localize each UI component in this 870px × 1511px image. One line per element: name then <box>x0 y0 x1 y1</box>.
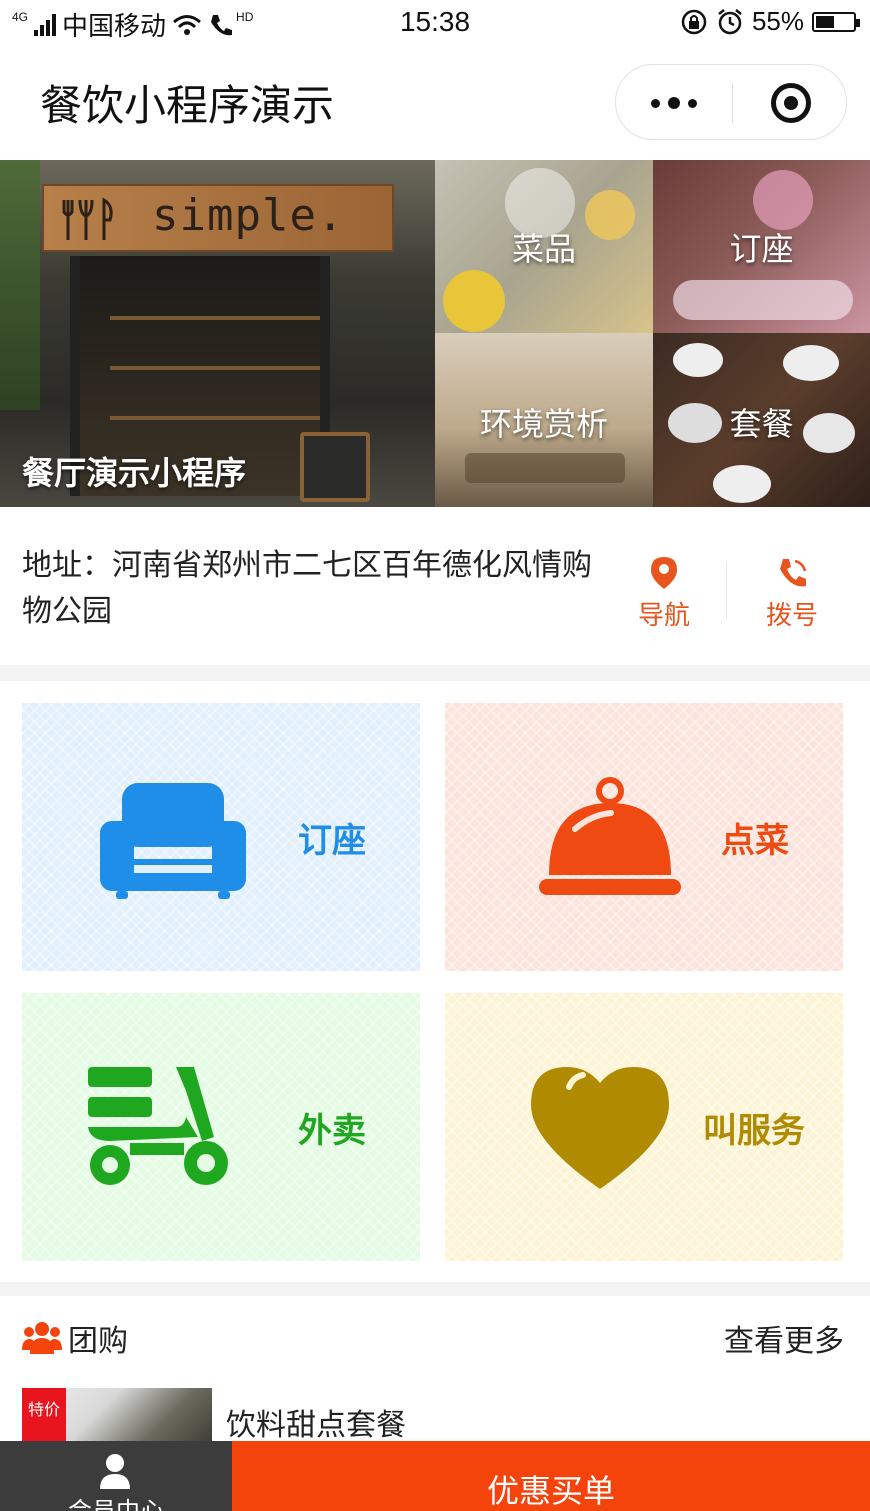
special-tag-badge: 特价 <box>22 1388 66 1448</box>
group-item-thumbnail: 特价 <box>22 1388 212 1448</box>
target-circle-icon <box>770 83 811 123</box>
status-bar: 4G 中国移动 HD 15:38 55% <box>0 0 870 44</box>
tile-label-seat: 订座 <box>729 230 794 268</box>
sign-text: simple. <box>152 190 345 241</box>
greenery-decoration <box>0 160 40 410</box>
feature-card-delivery[interactable]: 外卖 <box>22 993 420 1261</box>
location-pin-icon <box>651 557 677 589</box>
more-dots-icon[interactable] <box>616 65 731 141</box>
capsule-menu <box>615 64 847 140</box>
sofa-icon <box>100 783 246 899</box>
tile-label-set: 套餐 <box>729 405 794 443</box>
address-section: 地址：河南省郑州市二七区百年德化风情购物公园 导航 拨号 <box>0 507 870 665</box>
feature-label-delivery: 外卖 <box>298 1111 366 1151</box>
banner-tile-set[interactable]: 套餐 <box>653 333 870 507</box>
banner-tile-env[interactable]: 环境赏析 <box>435 333 653 507</box>
restaurant-sign: simple. <box>42 184 394 252</box>
feature-card-order[interactable]: 点菜 <box>445 703 843 971</box>
battery-fill <box>816 15 834 28</box>
group-buy-header: 团购 <box>22 1316 128 1360</box>
battery-percent: 55% <box>751 6 804 36</box>
battery-icon <box>812 11 860 32</box>
discount-pay-button[interactable]: 优惠买单 <box>232 1441 870 1511</box>
call-button[interactable]: 拨号 <box>752 555 832 632</box>
group-buy-section: 团购 查看更多 特价 饮料甜点套餐 <box>0 1296 870 1448</box>
list-item[interactable]: 特价 饮料甜点套餐 <box>22 1388 852 1448</box>
section-gap <box>0 1282 870 1296</box>
member-center-button[interactable]: 会员中心 <box>0 1441 232 1511</box>
member-center-label: 会员中心 <box>68 1497 164 1511</box>
feature-label-order: 点菜 <box>721 821 789 861</box>
navigate-label: 导航 <box>637 601 690 631</box>
close-target-button[interactable] <box>733 65 848 141</box>
navigate-button[interactable]: 导航 <box>624 555 704 632</box>
banner-tile-seat[interactable]: 订座 <box>653 160 870 333</box>
status-right: 55% <box>680 6 860 37</box>
nav-bar: 餐饮小程序演示 <box>0 44 870 160</box>
scooter-icon <box>88 1067 228 1185</box>
feature-card-seat[interactable]: 订座 <box>22 703 420 971</box>
alarm-icon <box>718 8 742 34</box>
feature-card-service[interactable]: 叫服务 <box>445 993 843 1261</box>
page-title: 餐饮小程序演示 <box>40 81 335 130</box>
cutlery-icon <box>62 197 113 240</box>
tile-label-dishes: 菜品 <box>511 230 576 268</box>
tile-label-env: 环境赏析 <box>479 405 608 443</box>
address-divider <box>726 563 727 619</box>
banner-main-label: 餐厅演示小程序 <box>22 454 247 492</box>
heart-icon <box>531 1067 669 1189</box>
call-label: 拨号 <box>765 601 818 631</box>
banner-tile-dishes[interactable]: 菜品 <box>435 160 653 333</box>
group-people-icon <box>22 1322 62 1354</box>
section-gap <box>0 665 870 681</box>
address-text: 地址：河南省郑州市二七区百年德化风情购物公园 <box>22 548 592 629</box>
banner-grid: simple. 餐厅演示小程序 菜品 订座 环境赏析 套餐 <box>0 160 870 507</box>
phone-icon <box>780 559 807 587</box>
feature-label-seat: 订座 <box>298 821 366 861</box>
feature-grid: 订座 点菜 外卖 叫服务 <box>0 681 870 1282</box>
lock-rotation-icon <box>681 9 707 34</box>
group-item-name: 饮料甜点套餐 <box>226 1408 406 1443</box>
feature-label-service: 叫服务 <box>703 1111 805 1151</box>
user-icon <box>100 1454 130 1489</box>
banner-main-tile[interactable]: simple. 餐厅演示小程序 <box>0 160 435 507</box>
view-more-link[interactable]: 查看更多 <box>724 1316 844 1360</box>
food-cloche-icon <box>539 777 681 895</box>
group-buy-title: 团购 <box>68 1324 128 1359</box>
bottom-bar: 会员中心 优惠买单 <box>0 1441 870 1511</box>
